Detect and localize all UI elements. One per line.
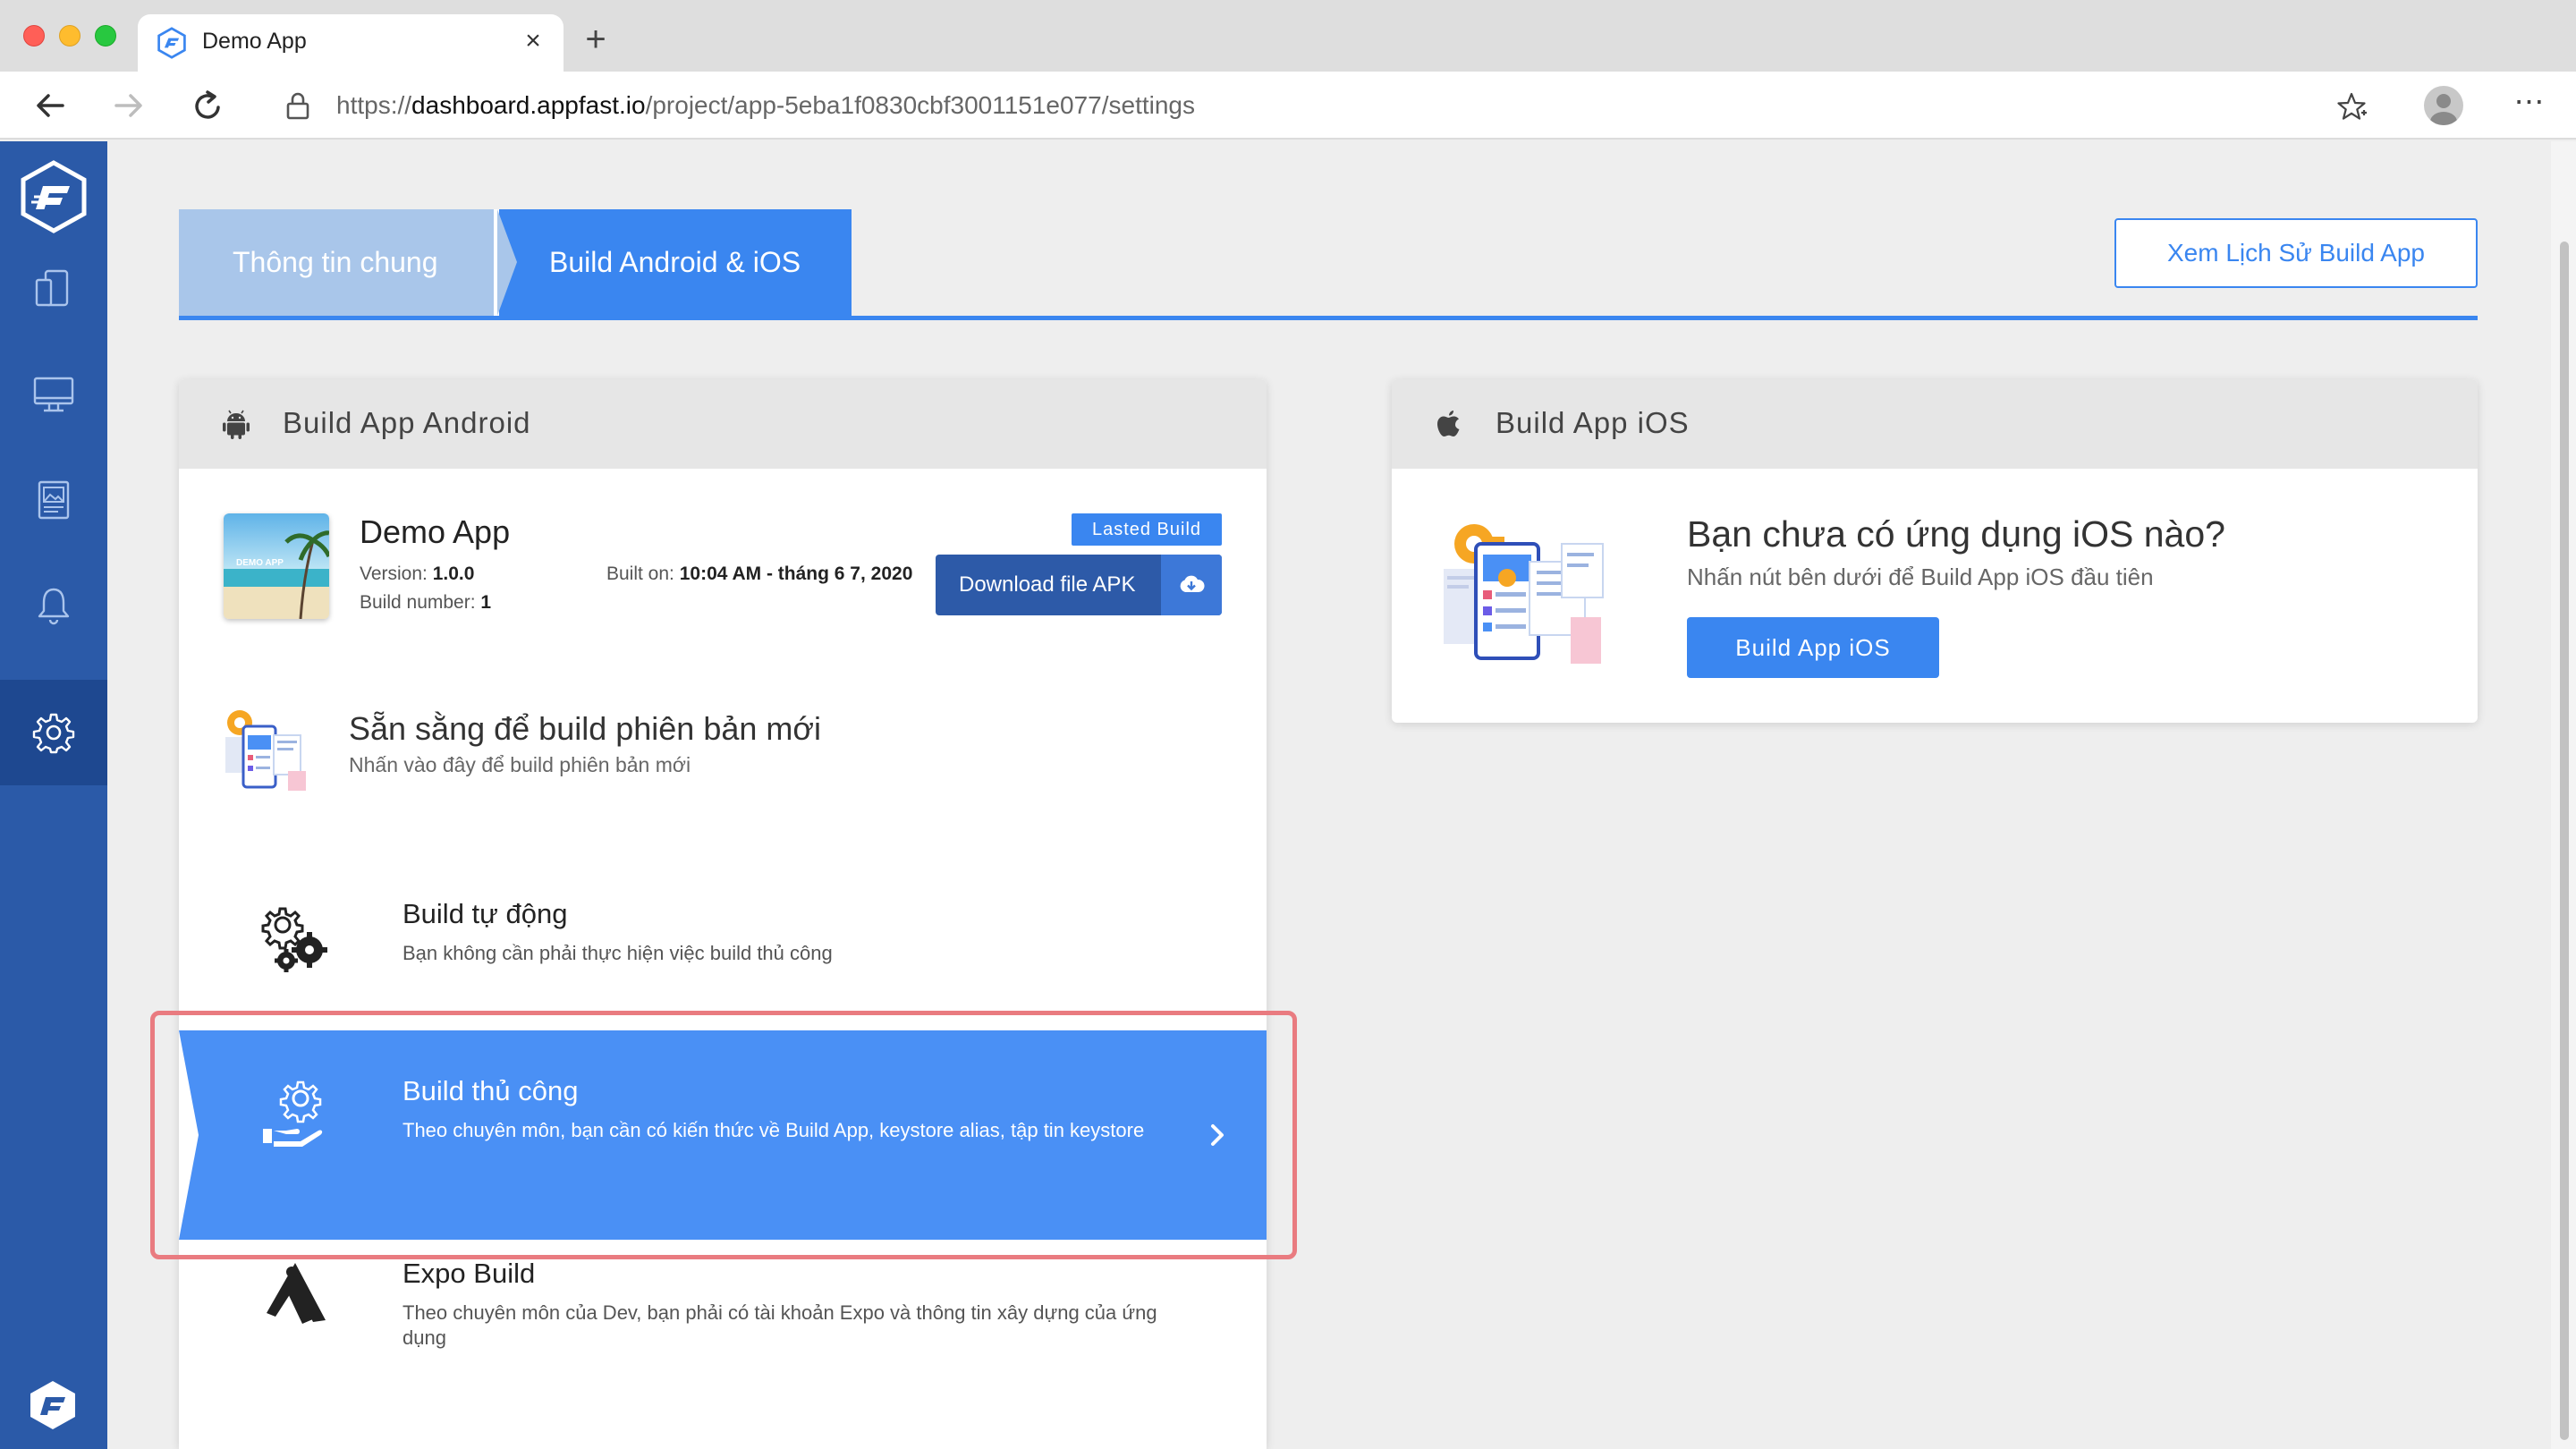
cloud-download-icon xyxy=(1161,555,1222,615)
expo-icon xyxy=(267,1263,326,1324)
app-version: Version: 1.0.0 xyxy=(360,564,474,585)
beach-image: DEMO APP xyxy=(224,513,329,619)
gears-icon xyxy=(261,907,327,972)
gear-icon xyxy=(32,713,75,754)
window-minimize-button[interactable] xyxy=(59,25,80,47)
app-thumbnail: DEMO APP xyxy=(224,513,329,619)
tab-build-label: Build Android & iOS xyxy=(549,246,801,278)
scrollbar-thumb[interactable] xyxy=(2560,242,2569,1440)
forward-arrow-icon[interactable] xyxy=(107,84,150,127)
build-ios-label: Build App iOS xyxy=(1735,633,1891,661)
tab-general-info[interactable]: Thông tin chung xyxy=(179,209,494,316)
version-label: Version: xyxy=(360,564,433,584)
devices-icon xyxy=(35,269,69,307)
version-value: 1.0.0 xyxy=(432,564,475,584)
browser-titlebar: Demo App × + xyxy=(0,0,2576,72)
reload-icon[interactable] xyxy=(186,84,229,127)
build-auto-title: Build tự động xyxy=(402,898,568,929)
sidebar-item-settings[interactable] xyxy=(0,680,107,785)
ready-build-title[interactable]: Sẵn sằng để build phiên bản mới xyxy=(349,710,821,748)
monitor-icon xyxy=(33,377,74,412)
build-number-value: 1 xyxy=(480,592,492,613)
android-card-title: Build App Android xyxy=(283,406,531,439)
address-bar[interactable]: https://dashboard.appfast.io/project/app… xyxy=(259,79,2388,132)
browser-tab[interactable]: Demo App × xyxy=(138,14,564,72)
tab-title: Demo App xyxy=(202,29,307,54)
tab-build-android-ios[interactable]: Build Android & iOS xyxy=(494,209,852,316)
build-auto-desc: Bạn không cần phải thực hiện việc build … xyxy=(402,942,833,964)
expo-build-title: Expo Build xyxy=(402,1258,536,1289)
android-build-card: Build App Android DEMO APP Demo App Vers… xyxy=(179,379,1267,1449)
appfast-logo-icon[interactable] xyxy=(16,159,91,234)
build-history-label: Xem Lịch Sử Build App xyxy=(2166,239,2425,267)
bell-icon xyxy=(38,588,70,625)
ios-empty-subtitle: Nhấn nút bên dưới để Build App iOS đầu t… xyxy=(1687,564,2154,590)
thumb-text: DEMO APP xyxy=(236,558,284,568)
step-arrow xyxy=(497,209,517,316)
expo-build-desc: Theo chuyên môn của Dev, bạn phải có tài… xyxy=(402,1301,1157,1349)
build-number-label: Build number: xyxy=(360,592,481,613)
android-card-header: Build App Android xyxy=(179,379,1267,469)
download-apk-button[interactable]: Download file APK xyxy=(936,555,1222,615)
built-on-label: Built on: xyxy=(606,564,680,584)
profile-avatar[interactable] xyxy=(2424,86,2463,125)
app-sidebar xyxy=(0,141,107,1449)
new-tab-button[interactable]: + xyxy=(576,21,615,61)
window-maximize-button[interactable] xyxy=(95,25,116,47)
built-on: Built on: 10:04 AM - tháng 6 7, 2020 xyxy=(606,564,912,585)
build-history-button[interactable]: Xem Lịch Sử Build App xyxy=(2114,218,2478,288)
lock-icon xyxy=(286,92,309,120)
sidebar-item-web[interactable] xyxy=(0,342,107,447)
apple-icon xyxy=(1437,411,1460,436)
sidebar-item-media[interactable] xyxy=(0,447,107,553)
highlight-annotation xyxy=(150,1011,1297,1259)
ios-empty-title: Bạn chưa có ứng dụng iOS nào? xyxy=(1687,513,2225,555)
url-host: dashboard.appfast.io xyxy=(411,91,646,119)
ios-build-card: Build App iOS Bạn chưa có ứng dụng iOS n… xyxy=(1392,379,2478,723)
sidebar-item-notifications[interactable] xyxy=(0,553,107,658)
ios-empty-illustration xyxy=(1444,524,1604,664)
url-text[interactable]: https://dashboard.appfast.io/project/app… xyxy=(336,91,1195,120)
lasted-build-badge: Lasted Build xyxy=(1072,513,1222,546)
app-name: Demo App xyxy=(360,513,511,550)
expo-build-option[interactable]: Expo Build Theo chuyên môn của Dev, bạn … xyxy=(179,1240,1267,1449)
window-close-button[interactable] xyxy=(23,25,45,47)
build-ios-button[interactable]: Build App iOS xyxy=(1687,617,1939,678)
appfast-small-logo-icon[interactable] xyxy=(27,1379,79,1431)
ready-build-illustration xyxy=(225,710,306,791)
tab-general-info-label: Thông tin chung xyxy=(233,246,438,278)
tab-close-icon[interactable]: × xyxy=(517,25,549,57)
url-scheme: https:// xyxy=(336,91,412,119)
ios-card-title: Build App iOS xyxy=(1496,406,1690,439)
person-icon xyxy=(2430,94,2457,125)
android-icon xyxy=(223,410,250,439)
ios-card-header: Build App iOS xyxy=(1392,379,2478,469)
bookmark-star-icon[interactable] xyxy=(2336,91,2367,122)
browser-menu-button[interactable]: ⋯ xyxy=(2508,84,2551,127)
url-path: /project/app-5eba1f0830cbf3001151e077/se… xyxy=(645,91,1195,119)
download-apk-label: Download file APK xyxy=(959,572,1136,597)
sidebar-item-devices[interactable] xyxy=(0,236,107,342)
built-on-value: 10:04 AM - tháng 6 7, 2020 xyxy=(679,564,913,584)
appfast-favicon-icon xyxy=(157,27,186,59)
ready-build-subtitle[interactable]: Nhấn vào đây để build phiên bản mới xyxy=(349,753,691,777)
gallery-icon xyxy=(38,480,70,520)
app-build-number: Build number: 1 xyxy=(360,592,491,614)
back-arrow-icon[interactable] xyxy=(29,84,72,127)
browser-toolbar: https://dashboard.appfast.io/project/app… xyxy=(0,72,2576,140)
